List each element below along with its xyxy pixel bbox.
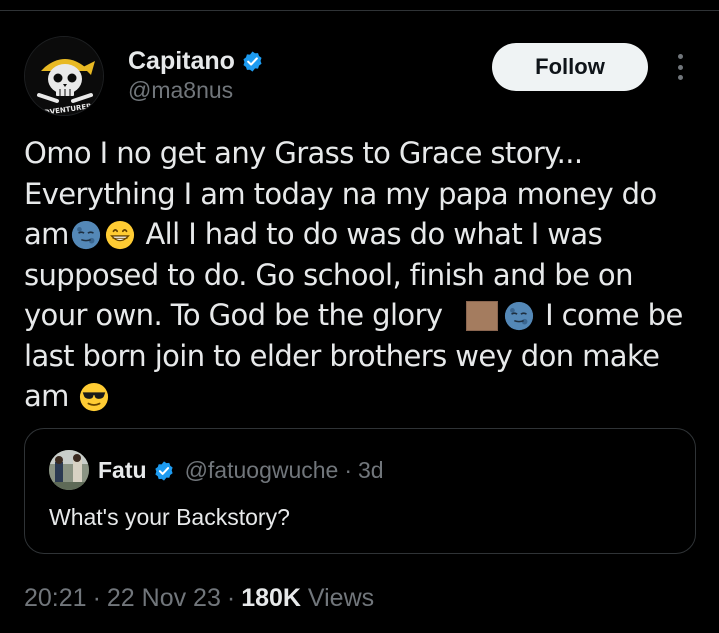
tweet-line: Everything I am today na my papa money d… bbox=[24, 176, 657, 211]
tweet-time[interactable]: 20:21 bbox=[24, 584, 87, 613]
quoted-author-handle[interactable]: @fatuogwuche bbox=[185, 457, 339, 484]
tweet-line: last born join to elder brothers wey don… bbox=[24, 338, 660, 373]
tweet-line-segment: I come be bbox=[536, 298, 683, 332]
skin-tone-swatch-icon bbox=[466, 301, 499, 331]
quoted-tweet-text: What's your Backstory? bbox=[49, 504, 290, 530]
quoted-tweet-time[interactable]: 3d bbox=[358, 457, 384, 484]
views-label: Views bbox=[307, 584, 375, 612]
quoted-tweet-header: Fatu @fatuogwuche · 3d bbox=[98, 457, 384, 484]
verified-badge-icon[interactable] bbox=[153, 460, 175, 482]
separator-dot: · bbox=[226, 584, 236, 612]
tweet-line: your own. To God be the glory I come be bbox=[24, 295, 704, 336]
views-count: 180K bbox=[241, 584, 301, 612]
tweet-line-segment: am bbox=[24, 379, 69, 413]
quoted-tweet-card[interactable]: Fatu @fatuogwuche · 3d What's your Backs… bbox=[24, 428, 696, 554]
separator-dot: · bbox=[344, 457, 353, 483]
tweet-line-segment: All I had to do was do what I was bbox=[136, 217, 603, 251]
follow-button[interactable]: Follow bbox=[492, 43, 648, 91]
tweet-text: Omo I no get any Grass to Grace story...… bbox=[24, 133, 704, 417]
author-avatar[interactable]: ADVENTURER bbox=[24, 36, 104, 116]
author-display-name[interactable]: Capitano bbox=[128, 47, 235, 76]
tweet-line-segment: am bbox=[24, 217, 69, 251]
tweet-line: am bbox=[24, 376, 704, 417]
grinning-face-emoji-icon bbox=[105, 220, 134, 250]
author-handle[interactable]: @ma8nus bbox=[128, 77, 233, 104]
new-moon-face-emoji-icon bbox=[505, 301, 534, 331]
verified-badge-icon[interactable] bbox=[241, 50, 264, 73]
separator-dot: · bbox=[92, 584, 101, 612]
sunglasses-face-emoji-icon bbox=[80, 382, 109, 412]
tweet-line: am All I had to do was do what I was bbox=[24, 214, 704, 255]
tweet-meta-row: 20:21 · 22 Nov 23 · 180K Views bbox=[24, 584, 374, 613]
new-moon-face-emoji-icon bbox=[71, 220, 100, 250]
tweet-line-segment: your own. To God be the glory bbox=[24, 298, 443, 332]
skull-bandana-logo: ADVENTURER bbox=[25, 37, 103, 115]
quoted-author-avatar[interactable] bbox=[49, 450, 89, 490]
tweet-line: Omo I no get any Grass to Grace story... bbox=[24, 136, 583, 170]
tweet-line: supposed to do. Go school, finish and be… bbox=[24, 257, 633, 292]
tweet-date[interactable]: 22 Nov 23 bbox=[107, 584, 221, 613]
top-divider bbox=[0, 10, 719, 11]
quoted-author-name[interactable]: Fatu bbox=[98, 457, 147, 484]
more-options-icon[interactable] bbox=[670, 52, 690, 82]
author-name-row[interactable]: Capitano bbox=[128, 46, 264, 76]
